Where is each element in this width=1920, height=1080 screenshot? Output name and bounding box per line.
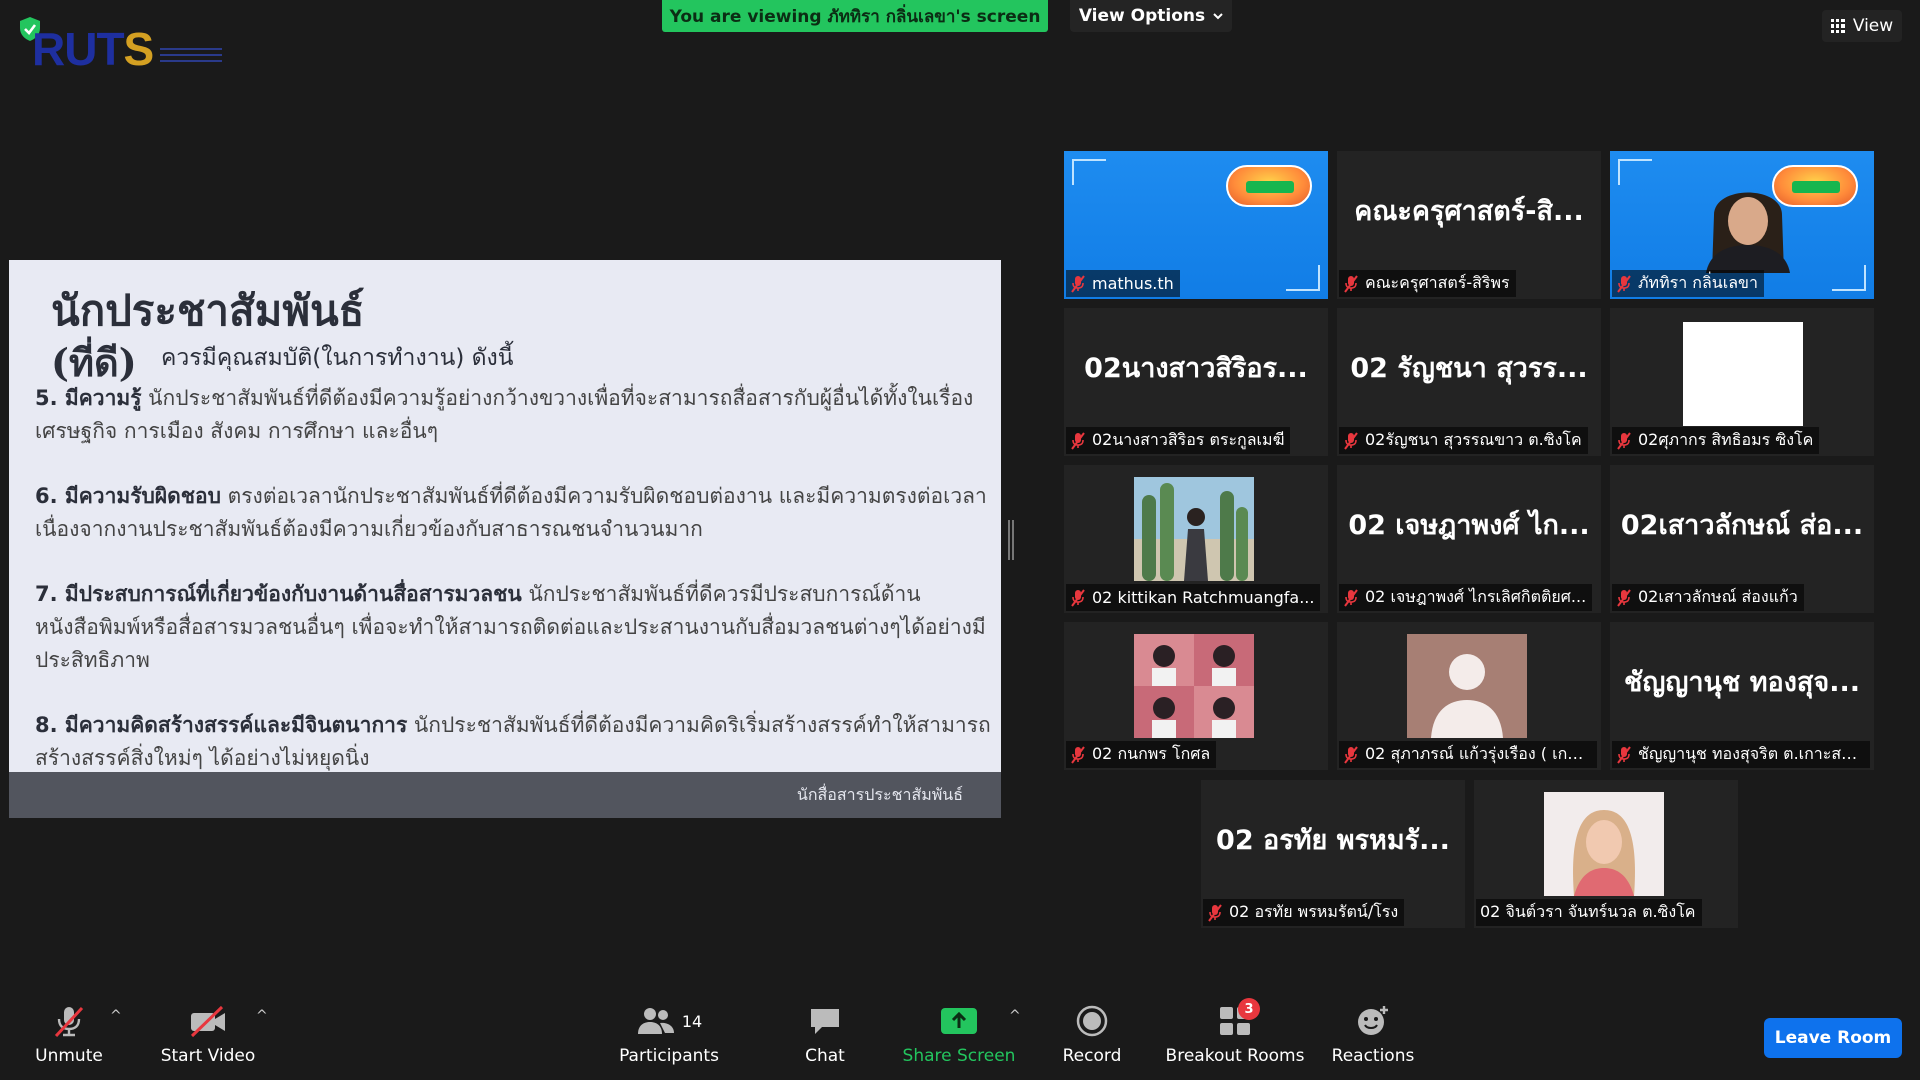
mic-muted-icon — [1617, 588, 1631, 607]
share-screen-button[interactable]: Share Screen — [900, 990, 1018, 1080]
participant-display-name: 02นางสาวสิริอร... — [1084, 352, 1308, 384]
slide-item: 7. มีประสบการณ์ที่เกี่ยวข้องกับงานด้านสื… — [35, 582, 986, 672]
participant-display-name: 02เสาวลักษณ์ ส่อ... — [1620, 509, 1864, 541]
default-avatar-icon — [1407, 634, 1527, 738]
reactions-icon — [1358, 1006, 1388, 1035]
participants-button[interactable]: 14 Participants — [614, 990, 724, 1080]
shared-screen-slide: นักประชาสัมพันธ์ (ที่ดี) ควรมีคุณสมบัติ(… — [9, 260, 1001, 818]
viewing-screen-banner: You are viewing ภัททิรา กลิ่นเลขา's scre… — [662, 0, 1048, 32]
participant-name-label: 02 สุภาภรณ์ แก้วรุ่งเรือง ( เกา... — [1339, 741, 1597, 768]
grid-icon — [1830, 19, 1845, 33]
participant-name-label: ภัททิรา กลิ่นเลขา — [1612, 270, 1764, 297]
participant-tile[interactable]: คณะครุศาสตร์-สิ... คณะครุศาสตร์-สิริพร — [1337, 151, 1601, 299]
mic-muted-icon — [1344, 745, 1358, 764]
slide-item: 8. มีความคิดสร้างสรรค์และมีจินตนาการ นัก… — [35, 713, 991, 770]
participant-display-name: 02 เจษฎาพงศ์ ไก... — [1348, 509, 1590, 541]
participant-name-label: 02รัญชนา สุวรรณขาว ต.ซิงโค — [1339, 427, 1588, 454]
participant-tile[interactable]: 02 กนกพร โกศล — [1064, 622, 1328, 770]
participant-tile[interactable]: ชัญญานุช ทองสุจ... ชัญญานุช ทองสุจริต ต.เ… — [1610, 622, 1874, 770]
speaker-video — [1706, 192, 1790, 273]
participant-display-name: 02 อรทัย พรหมรั... — [1216, 824, 1450, 856]
slide-item: 6. มีความรับผิดชอบ ตรงต่อเวลานักประชาสัม… — [35, 484, 987, 541]
chat-icon — [811, 1009, 839, 1034]
start-video-button[interactable]: Start Video — [158, 990, 258, 1080]
mic-muted-icon — [1071, 745, 1085, 764]
breakout-rooms-button[interactable]: 3 Breakout Rooms — [1160, 990, 1310, 1080]
meeting-toolbar: Unmute ^ Start Video ^ 14 Participants C… — [0, 990, 1920, 1080]
slide-footer: นักสื่อสารประชาสัมพันธ์ — [9, 772, 1001, 818]
participant-tile[interactable]: 02 รัญชนา สุวรร... 02รัญชนา สุวรรณขาว ต.ซ… — [1337, 308, 1601, 456]
participant-name-label: 02นางสาวสิริอร ตระกูลเมฆี — [1066, 427, 1291, 454]
mic-muted-icon — [1617, 431, 1631, 450]
participant-tile[interactable]: 02นางสาวสิริอร... 02นางสาวสิริอร ตระกูลเม… — [1064, 308, 1328, 456]
participant-name-label: 02 อรทัย พรหมรัตน์/โรง — [1203, 899, 1405, 926]
mic-muted-icon — [1344, 431, 1358, 450]
participant-tile[interactable]: 02 จินต์วรา จันทร์นวล ต.ซิงโค — [1474, 780, 1738, 928]
participant-display-name: คณะครุศาสตร์-สิ... — [1354, 195, 1584, 227]
share-options-caret[interactable]: ^ — [1009, 1008, 1021, 1024]
chat-button[interactable]: Chat — [785, 990, 865, 1080]
participant-tile[interactable]: 02เสาวลักษณ์ ส่อ... 02เสาวลักษณ์ ส่องแก้ว — [1610, 465, 1874, 613]
mic-muted-icon — [1344, 274, 1358, 293]
participant-name-label: 02 จินต์วรา จันทร์นวล ต.ซิงโค — [1476, 899, 1702, 926]
chevron-down-icon — [1213, 13, 1223, 20]
participant-tile[interactable]: 02 สุภาภรณ์ แก้วรุ่งเรือง ( เกา... — [1337, 622, 1601, 770]
event-badge-logo — [1226, 165, 1312, 207]
participant-tile[interactable]: 02 อรทัย พรหมรั... 02 อรทัย พรหมรัตน์/โรง — [1201, 780, 1465, 928]
participant-tile[interactable]: ภัททิรา กลิ่นเลขา — [1610, 151, 1874, 299]
video-off-icon — [190, 1005, 225, 1038]
participants-icon — [637, 1008, 674, 1034]
org-logo: RUTS — [32, 23, 154, 75]
video-options-caret[interactable]: ^ — [256, 1008, 268, 1024]
record-icon — [1076, 1005, 1108, 1037]
view-options-button[interactable]: View Options — [1070, 0, 1232, 32]
share-screen-icon — [941, 1008, 977, 1034]
mic-muted-icon — [1617, 274, 1631, 293]
logo-tagline-decoration — [160, 48, 222, 66]
audio-options-caret[interactable]: ^ — [110, 1008, 122, 1024]
participant-name-label: 02เสาวลักษณ์ ส่องแก้ว — [1612, 584, 1804, 611]
reactions-button[interactable]: Reactions — [1328, 990, 1418, 1080]
mic-muted-icon — [1617, 745, 1631, 764]
leave-room-button[interactable]: Leave Room — [1764, 1018, 1902, 1058]
participant-name-label: 02ศุภากร สิทธิอมร ซิงโค — [1612, 427, 1820, 454]
participant-display-name: 02 รัญชนา สุวรร... — [1350, 352, 1588, 384]
participant-name-label: mathus.th — [1066, 270, 1180, 297]
profile-photo — [1544, 792, 1664, 896]
mic-muted-icon — [1071, 431, 1085, 450]
mic-muted-icon — [1071, 274, 1085, 293]
participant-name-label: 02 kittikan Ratchmuangfa... — [1066, 584, 1321, 611]
participant-name-label: ชัญญานุช ทองสุจริต ต.เกาะสะ... — [1612, 741, 1870, 768]
profile-photo — [1134, 634, 1254, 738]
breakout-count-badge: 3 — [1238, 998, 1260, 1020]
mic-muted-icon — [54, 1006, 84, 1038]
profile-photo — [1134, 477, 1254, 581]
view-layout-button[interactable]: View — [1822, 10, 1902, 42]
record-button[interactable]: Record — [1052, 990, 1132, 1080]
unmute-button[interactable]: Unmute — [24, 990, 114, 1080]
slide-subtitle: ควรมีคุณสมบัติ(ในการทำงาน) ดังนี้ — [161, 345, 514, 371]
participant-name-label: 02 กนกพร โกศล — [1066, 741, 1217, 768]
split-view-resize-handle[interactable] — [1008, 520, 1014, 560]
participant-tile[interactable]: 02ศุภากร สิทธิอมร ซิงโค — [1610, 308, 1874, 456]
participant-display-name: ชัญญานุช ทองสุจ... — [1624, 666, 1860, 698]
participant-name-label: 02 เจษฎาพงศ์ ไกรเลิศกิตติยศ... — [1339, 584, 1593, 611]
mic-muted-icon — [1071, 588, 1085, 607]
slide-body: 5. มีความรู้ นักประชาสัมพันธ์ที่ดีต้องมี… — [35, 382, 995, 807]
participant-name-label: คณะครุศาสตร์-สิริพร — [1339, 270, 1516, 297]
video-white-frame — [1683, 322, 1803, 426]
slide-item: 5. มีความรู้ นักประชาสัมพันธ์ที่ดีต้องมี… — [35, 386, 974, 443]
participant-tile[interactable]: mathus.th — [1064, 151, 1328, 299]
participant-tile[interactable]: 02 เจษฎาพงศ์ ไก... 02 เจษฎาพงศ์ ไกรเลิศกิ… — [1337, 465, 1601, 613]
participant-tile[interactable]: 02 kittikan Ratchmuangfa... — [1064, 465, 1328, 613]
mic-muted-icon — [1208, 903, 1222, 922]
mic-muted-icon — [1344, 588, 1358, 607]
